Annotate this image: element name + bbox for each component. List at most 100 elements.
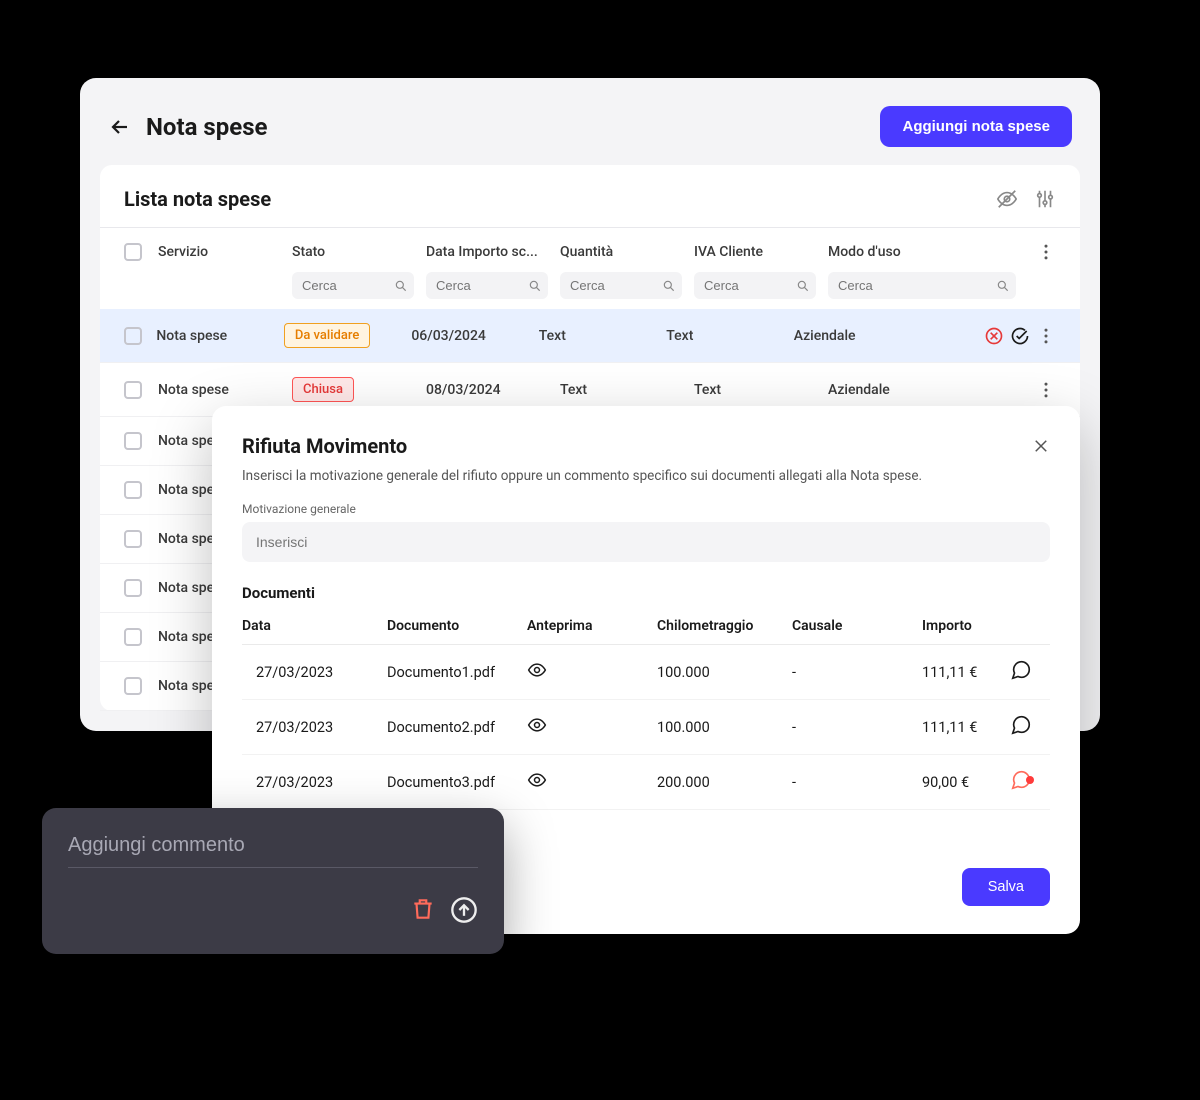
page-title: Nota spese (146, 113, 268, 141)
trash-icon[interactable] (410, 896, 436, 922)
docs-header-row: Data Documento Anteprima Chilometraggio … (242, 618, 1050, 645)
row-checkbox[interactable] (124, 530, 142, 548)
search-icon (996, 279, 1010, 293)
table-header-row: Servizio Stato Data Importo sc... Quanti… (100, 228, 1080, 272)
list-title: Lista nota spese (124, 187, 271, 211)
select-all-checkbox[interactable] (124, 243, 142, 261)
doc-col-importo: Importo (922, 618, 1010, 634)
search-stato (292, 272, 426, 299)
doc-cell-preview (527, 715, 657, 739)
row-checkbox[interactable] (124, 481, 142, 499)
doc-cell-causale: - (792, 774, 922, 791)
col-header-quantita: Quantità (560, 244, 694, 260)
reject-icon[interactable] (984, 326, 1004, 346)
row-checkbox[interactable] (124, 381, 142, 399)
cell-actions (984, 326, 1056, 346)
doc-cell-importo: 90,00 € (922, 774, 1010, 791)
row-checkbox[interactable] (124, 628, 142, 646)
col-header-modo: Modo d'uso (828, 244, 1028, 260)
preview-eye-icon[interactable] (527, 770, 547, 790)
add-nota-spese-button[interactable]: Aggiungi nota spese (880, 106, 1072, 147)
motivation-input[interactable] (242, 522, 1050, 562)
preview-eye-icon[interactable] (527, 660, 547, 680)
doc-col-documento: Documento (387, 618, 527, 634)
row-checkbox[interactable] (124, 677, 142, 695)
back-arrow-icon[interactable] (108, 115, 132, 139)
doc-row: 27/03/2023 Documento3.pdf 200.000 - 90,0… (242, 755, 1050, 810)
cell-servizio: Nota spese (156, 328, 283, 344)
close-icon[interactable] (1032, 437, 1050, 455)
notification-dot (1026, 776, 1034, 784)
row-checkbox[interactable] (124, 327, 142, 345)
search-icon (394, 279, 408, 293)
search-modo (828, 272, 1028, 299)
search-icon (528, 279, 542, 293)
doc-cell-km: 200.000 (657, 774, 792, 791)
cell-iva: Text (666, 328, 793, 344)
doc-cell-name: Documento3.pdf (387, 774, 527, 791)
doc-col-action (1010, 618, 1050, 634)
doc-cell-name: Documento1.pdf (387, 664, 527, 681)
comment-icon[interactable] (1010, 714, 1032, 736)
cell-quantita: Text (539, 328, 666, 344)
doc-cell-name: Documento2.pdf (387, 719, 527, 736)
cell-stato: Chiusa (292, 377, 426, 402)
col-header-data: Data Importo sc... (426, 244, 560, 260)
doc-cell-data: 27/03/2023 (242, 664, 387, 681)
preview-eye-icon[interactable] (527, 715, 547, 735)
save-button[interactable]: Salva (962, 868, 1050, 906)
doc-col-data: Data (242, 618, 387, 634)
doc-cell-importo: 111,11 € (922, 664, 1010, 681)
cell-modo: Aziendale (828, 382, 1028, 398)
doc-cell-preview (527, 660, 657, 684)
col-check (124, 243, 158, 261)
search-quantita (560, 272, 694, 299)
doc-cell-action (1010, 714, 1050, 740)
cell-actions (1028, 380, 1056, 400)
row-more-icon[interactable] (1036, 326, 1056, 346)
doc-cell-action (1010, 769, 1050, 795)
doc-cell-causale: - (792, 664, 922, 681)
col-header-actions (1028, 242, 1056, 262)
search-row (100, 272, 1080, 309)
modal-header: Rifiuta Movimento (242, 434, 1050, 458)
search-icon (796, 279, 810, 293)
modal-title: Rifiuta Movimento (242, 434, 407, 458)
sliders-icon[interactable] (1034, 188, 1056, 210)
col-header-servizio: Servizio (158, 244, 292, 260)
comment-input[interactable] (68, 830, 478, 868)
doc-row: 27/03/2023 Documento1.pdf 100.000 - 111,… (242, 645, 1050, 700)
docs-body: 27/03/2023 Documento1.pdf 100.000 - 111,… (242, 645, 1050, 810)
search-icon (662, 279, 676, 293)
cell-data: 08/03/2024 (426, 382, 560, 398)
col-header-stato: Stato (292, 244, 426, 260)
docs-title: Documenti (242, 584, 1050, 602)
comment-icon[interactable] (1010, 659, 1032, 681)
row-checkbox[interactable] (124, 579, 142, 597)
header-more-icon[interactable] (1036, 242, 1056, 262)
row-checkbox[interactable] (124, 432, 142, 450)
list-header: Lista nota spese (100, 187, 1080, 228)
cell-data: 06/03/2024 (411, 328, 538, 344)
upload-circle-icon[interactable] (450, 896, 478, 924)
cell-quantita: Text (560, 382, 694, 398)
cell-stato: Da validare (284, 323, 411, 348)
comment-actions (68, 896, 478, 924)
cell-servizio: Nota spese (158, 382, 292, 398)
comment-popup (42, 808, 504, 954)
row-more-icon[interactable] (1036, 380, 1056, 400)
doc-col-km: Chilometraggio (657, 618, 792, 634)
header-left: Nota spese (108, 113, 268, 141)
doc-cell-preview (527, 770, 657, 794)
motivation-label: Motivazione generale (242, 502, 1050, 516)
search-modo-input[interactable] (828, 272, 1016, 299)
doc-cell-data: 27/03/2023 (242, 774, 387, 791)
eye-off-icon[interactable] (996, 188, 1018, 210)
doc-cell-km: 100.000 (657, 664, 792, 681)
table-row[interactable]: Nota spese Da validare 06/03/2024 Text T… (100, 309, 1080, 363)
doc-col-anteprima: Anteprima (527, 618, 657, 634)
status-badge: Da validare (284, 323, 371, 348)
approve-icon[interactable] (1010, 326, 1030, 346)
modal-description: Inserisci la motivazione generale del ri… (242, 468, 1050, 484)
header-bar: Nota spese Aggiungi nota spese (80, 78, 1100, 165)
